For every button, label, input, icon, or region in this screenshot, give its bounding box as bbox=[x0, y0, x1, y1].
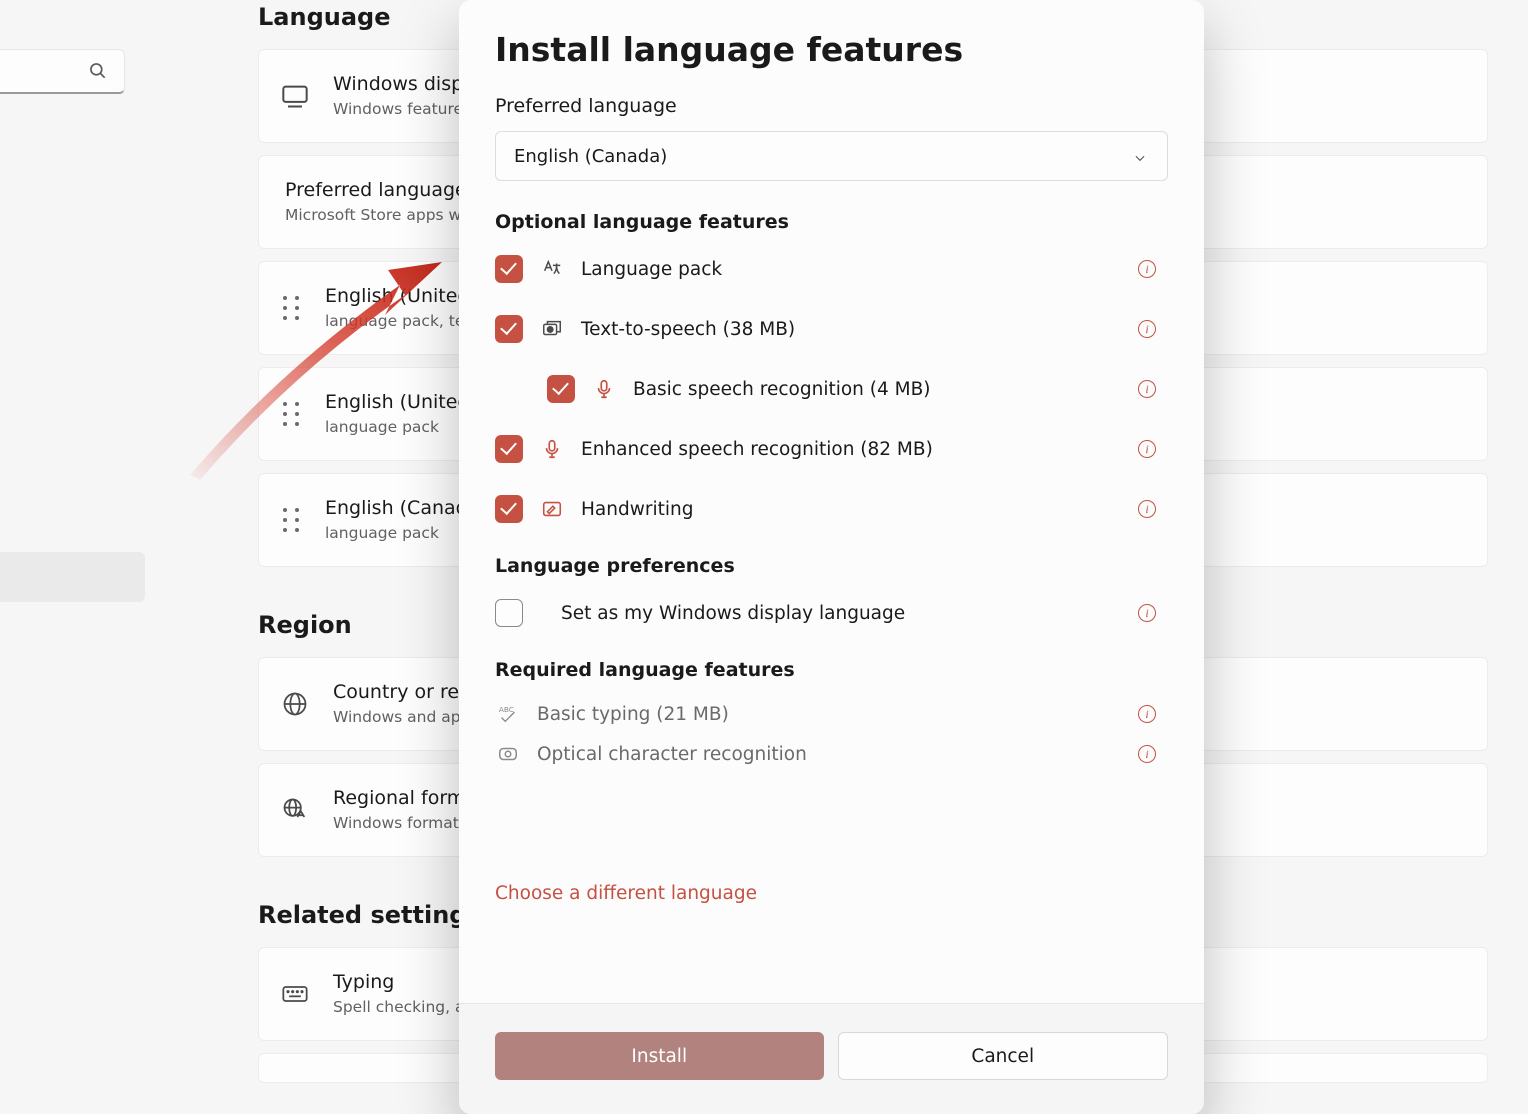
sidebar-item-active[interactable] bbox=[0, 552, 145, 602]
info-icon[interactable] bbox=[1138, 440, 1156, 458]
settings-sidebar bbox=[0, 0, 160, 1114]
group-heading-optional: Optional language features bbox=[495, 211, 1168, 233]
feature-label: Text-to-speech (38 MB) bbox=[581, 319, 795, 340]
search-icon bbox=[88, 61, 108, 81]
search-input[interactable] bbox=[0, 49, 125, 94]
info-icon[interactable] bbox=[1138, 705, 1156, 723]
globe-translate-icon bbox=[281, 796, 309, 824]
checkbox-tts[interactable] bbox=[495, 315, 523, 343]
feature-label: Language pack bbox=[581, 259, 722, 280]
checkbox-language-pack[interactable] bbox=[495, 255, 523, 283]
feature-enhanced-speech: Enhanced speech recognition (82 MB) bbox=[495, 435, 1168, 463]
monitor-icon bbox=[281, 82, 309, 110]
dialog-title: Install language features bbox=[495, 30, 1168, 69]
tts-icon bbox=[541, 318, 563, 340]
language-dropdown[interactable]: English (Canada) bbox=[495, 131, 1168, 181]
feature-label: Set as my Windows display language bbox=[561, 603, 905, 624]
keyboard-icon bbox=[281, 980, 309, 1008]
install-language-dialog: Install language features Preferred lang… bbox=[459, 0, 1204, 1114]
info-icon[interactable] bbox=[1138, 380, 1156, 398]
feature-language-pack: Language pack bbox=[495, 255, 1168, 283]
dialog-footer: Install Cancel bbox=[459, 1003, 1204, 1114]
drag-handle-icon[interactable] bbox=[281, 505, 301, 535]
chevron-down-icon bbox=[1133, 149, 1147, 163]
ocr-icon bbox=[497, 743, 519, 765]
checkbox-set-display[interactable] bbox=[495, 599, 523, 627]
feature-label: Basic typing (21 MB) bbox=[537, 704, 729, 725]
checkbox-basic-speech[interactable] bbox=[547, 375, 575, 403]
globe-icon bbox=[281, 690, 309, 718]
mic-icon bbox=[593, 378, 615, 400]
install-button[interactable]: Install bbox=[495, 1032, 824, 1080]
info-icon[interactable] bbox=[1138, 745, 1156, 763]
preferred-language-label: Preferred language bbox=[495, 95, 1168, 117]
info-icon[interactable] bbox=[1138, 604, 1156, 622]
group-heading-preferences: Language preferences bbox=[495, 555, 1168, 577]
cancel-button[interactable]: Cancel bbox=[838, 1032, 1169, 1080]
info-icon[interactable] bbox=[1138, 320, 1156, 338]
feature-basic-speech: Basic speech recognition (4 MB) bbox=[495, 375, 1168, 403]
feature-text-to-speech: Text-to-speech (38 MB) bbox=[495, 315, 1168, 343]
feature-label: Optical character recognition bbox=[537, 744, 807, 765]
typing-icon: ABC bbox=[497, 703, 519, 725]
feature-label: Basic speech recognition (4 MB) bbox=[633, 379, 931, 400]
feature-label: Handwriting bbox=[581, 499, 693, 520]
group-heading-required: Required language features bbox=[495, 659, 1168, 681]
dropdown-value: English (Canada) bbox=[514, 146, 667, 167]
svg-text:ABC: ABC bbox=[499, 705, 514, 714]
feature-set-display-language: Set as my Windows display language bbox=[495, 599, 1168, 627]
feature-ocr: Optical character recognition bbox=[495, 743, 1168, 765]
drag-handle-icon[interactable] bbox=[281, 293, 301, 323]
checkbox-enhanced-speech[interactable] bbox=[495, 435, 523, 463]
mic-icon bbox=[541, 438, 563, 460]
checkbox-handwriting[interactable] bbox=[495, 495, 523, 523]
info-icon[interactable] bbox=[1138, 260, 1156, 278]
info-icon[interactable] bbox=[1138, 500, 1156, 518]
drag-handle-icon[interactable] bbox=[281, 399, 301, 429]
handwriting-icon bbox=[541, 498, 563, 520]
feature-basic-typing: ABC Basic typing (21 MB) bbox=[495, 703, 1168, 725]
feature-label: Enhanced speech recognition (82 MB) bbox=[581, 439, 933, 460]
feature-handwriting: Handwriting bbox=[495, 495, 1168, 523]
choose-different-language-link[interactable]: Choose a different language bbox=[495, 883, 757, 904]
language-pack-icon bbox=[541, 258, 563, 280]
